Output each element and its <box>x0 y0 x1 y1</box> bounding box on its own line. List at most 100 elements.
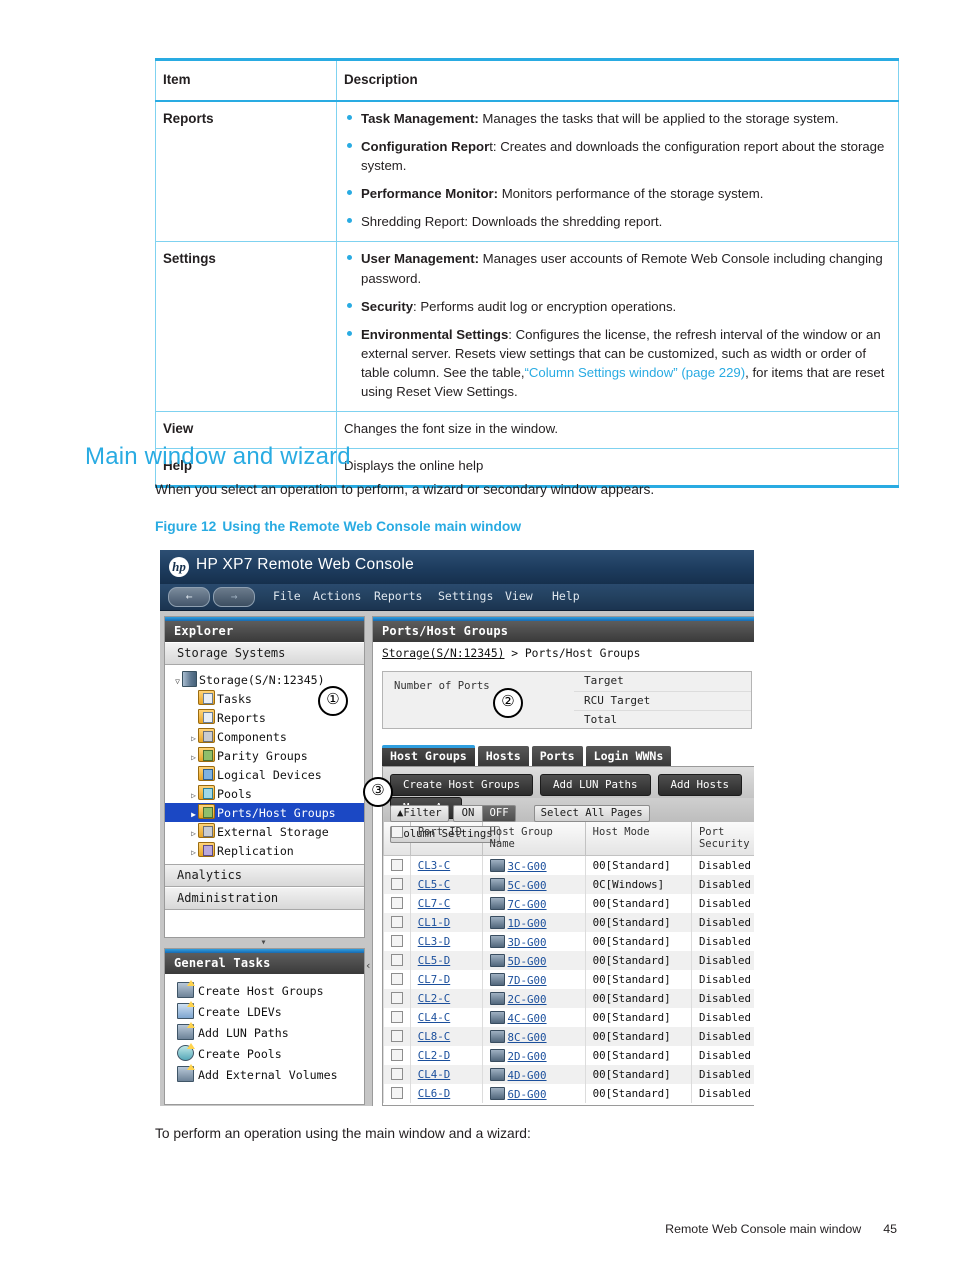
row-checkbox[interactable] <box>391 1048 403 1061</box>
table-row[interactable]: CL2-D 2D-G00 00[Standard] Disabled <box>383 1046 754 1065</box>
row-checkbox-cell[interactable] <box>383 989 411 1008</box>
chevron-right-icon[interactable]: ▷ <box>189 844 198 861</box>
column-settings-window-link[interactable]: “Column Settings window” (page 229) <box>525 365 746 380</box>
tab-host-groups[interactable]: Host Groups <box>382 745 475 767</box>
row-checkbox[interactable] <box>391 915 403 928</box>
host-group-link[interactable]: 6D-G00 <box>508 1088 547 1101</box>
filter-on-toggle[interactable]: ON <box>452 805 484 822</box>
host-group-link[interactable]: 8C-G00 <box>508 1031 547 1044</box>
table-row[interactable]: CL4-C 4C-G00 00[Standard] Disabled <box>383 1008 754 1027</box>
tab-login-wwns[interactable]: Login WWNs <box>585 746 672 767</box>
tab-hosts[interactable]: Hosts <box>477 746 529 767</box>
select-all-pages-button[interactable]: Select All Pages <box>533 805 650 822</box>
port-id-link[interactable]: CL4-C <box>418 1011 451 1024</box>
tree-node-logical-devices[interactable]: Logical Devices <box>165 765 364 784</box>
back-arrow-icon[interactable]: ← <box>168 587 210 607</box>
host-group-link[interactable]: 4C-G00 <box>508 1012 547 1025</box>
row-checkbox[interactable] <box>391 934 403 947</box>
filter-off-toggle[interactable]: OFF <box>483 805 516 822</box>
row-checkbox-cell[interactable] <box>383 875 411 894</box>
row-checkbox-cell[interactable] <box>383 1046 411 1065</box>
row-checkbox[interactable] <box>391 877 403 890</box>
table-row[interactable]: CL2-C 2C-G00 00[Standard] Disabled <box>383 989 754 1008</box>
port-id-link[interactable]: CL8-C <box>418 1030 451 1043</box>
row-checkbox[interactable] <box>391 991 403 1004</box>
task-add-external-volumes[interactable]: Add External Volumes <box>165 1064 364 1086</box>
row-checkbox-cell[interactable] <box>383 855 411 875</box>
host-group-link[interactable]: 3C-G00 <box>508 860 547 873</box>
port-id-link[interactable]: CL4-D <box>418 1068 451 1081</box>
add-lun-paths-button[interactable]: Add LUN Paths <box>540 774 651 796</box>
row-checkbox[interactable] <box>391 1029 403 1042</box>
tree-node-parity-groups[interactable]: ▷ Parity Groups <box>165 746 364 765</box>
port-id-link[interactable]: CL6-D <box>418 1087 451 1100</box>
chevron-right-icon[interactable]: ▷ <box>189 787 198 804</box>
port-id-link[interactable]: CL5-D <box>418 954 451 967</box>
filter-button[interactable]: ▲Filter <box>390 805 449 822</box>
menu-help[interactable]: Help <box>552 589 580 603</box>
row-checkbox[interactable] <box>391 1067 403 1080</box>
task-create-pools[interactable]: Create Pools <box>165 1043 364 1065</box>
port-id-link[interactable]: CL2-D <box>418 1049 451 1062</box>
create-host-groups-button[interactable]: Create Host Groups <box>390 774 534 796</box>
port-id-link[interactable]: CL2-C <box>418 992 451 1005</box>
row-checkbox-cell[interactable] <box>383 1084 411 1103</box>
add-hosts-button[interactable]: Add Hosts <box>657 774 743 796</box>
row-checkbox[interactable] <box>391 858 403 871</box>
menu-view[interactable]: View <box>505 589 533 603</box>
row-checkbox-cell[interactable] <box>383 1008 411 1027</box>
port-id-link[interactable]: CL7-C <box>418 897 451 910</box>
port-id-link[interactable]: CL5-C <box>418 878 451 891</box>
row-checkbox-cell[interactable] <box>383 970 411 989</box>
column-port-security[interactable]: Port Security <box>690 822 754 856</box>
task-add-lun-paths[interactable]: Add LUN Paths <box>165 1022 364 1044</box>
row-checkbox-cell[interactable] <box>383 951 411 970</box>
splitter-handle-icon[interactable]: ‹ <box>365 959 372 972</box>
menu-settings[interactable]: Settings <box>438 589 493 603</box>
tree-node-components[interactable]: ▷ Components <box>165 727 364 746</box>
host-group-link[interactable]: 7D-G00 <box>508 974 547 987</box>
table-row[interactable]: CL7-D 7D-G00 00[Standard] Disabled <box>383 970 754 989</box>
table-row[interactable]: CL1-D 1D-G00 00[Standard] Disabled <box>383 913 754 932</box>
table-row[interactable]: CL6-D 6D-G00 00[Standard] Disabled <box>383 1084 754 1103</box>
host-group-link[interactable]: 1D-G00 <box>508 917 547 930</box>
column-host-group-name[interactable]: Host Group Name <box>481 822 586 856</box>
chevron-right-icon[interactable]: ▷ <box>189 749 198 766</box>
section-administration[interactable]: Administration <box>165 887 364 910</box>
host-group-link[interactable]: 2C-G00 <box>508 993 547 1006</box>
port-id-link[interactable]: CL3-D <box>418 935 451 948</box>
tree-node-ports-host-groups[interactable]: ▶ Ports/Host Groups <box>165 803 364 822</box>
row-checkbox[interactable] <box>391 972 403 985</box>
host-group-link[interactable]: 3D-G00 <box>508 936 547 949</box>
select-all-checkbox[interactable] <box>391 826 403 838</box>
row-checkbox-cell[interactable] <box>383 894 411 913</box>
table-row[interactable]: CL5-D 5D-G00 00[Standard] Disabled <box>383 951 754 970</box>
row-checkbox-cell[interactable] <box>383 1065 411 1084</box>
table-row[interactable]: CL8-C 8C-G00 00[Standard] Disabled <box>383 1027 754 1046</box>
menu-actions[interactable]: Actions <box>313 589 361 603</box>
host-group-link[interactable]: 2D-G00 <box>508 1050 547 1063</box>
section-analytics[interactable]: Analytics <box>165 864 364 887</box>
forward-arrow-icon[interactable]: → <box>213 587 255 607</box>
port-id-link[interactable]: CL7-D <box>418 973 451 986</box>
task-create-ldevs[interactable]: Create LDEVs <box>165 1001 364 1023</box>
table-row[interactable]: CL7-C 7C-G00 00[Standard] Disabled <box>383 894 754 913</box>
chevron-right-icon[interactable]: ▷ <box>189 825 198 842</box>
row-checkbox-cell[interactable] <box>383 932 411 951</box>
table-row[interactable]: CL4-D 4D-G00 00[Standard] Disabled <box>383 1065 754 1084</box>
breadcrumb-root-link[interactable]: Storage(S/N:12345) <box>382 647 504 660</box>
port-id-link[interactable]: CL3-C <box>418 859 451 872</box>
host-group-link[interactable]: 5D-G00 <box>508 955 547 968</box>
port-id-link[interactable]: CL1-D <box>418 916 451 929</box>
row-checkbox[interactable] <box>391 896 403 909</box>
row-checkbox-cell[interactable] <box>383 913 411 932</box>
tree-node-external-storage[interactable]: ▷ External Storage <box>165 822 364 841</box>
host-group-link[interactable]: 4D-G00 <box>508 1069 547 1082</box>
row-checkbox[interactable] <box>391 1010 403 1023</box>
chevron-right-icon[interactable]: ▷ <box>189 730 198 747</box>
row-checkbox-cell[interactable] <box>383 1027 411 1046</box>
host-group-link[interactable]: 7C-G00 <box>508 898 547 911</box>
tree-node-replication[interactable]: ▷ Replication <box>165 841 364 860</box>
table-row[interactable]: CL3-D 3D-G00 00[Standard] Disabled <box>383 932 754 951</box>
host-group-link[interactable]: 5C-G00 <box>508 879 547 892</box>
